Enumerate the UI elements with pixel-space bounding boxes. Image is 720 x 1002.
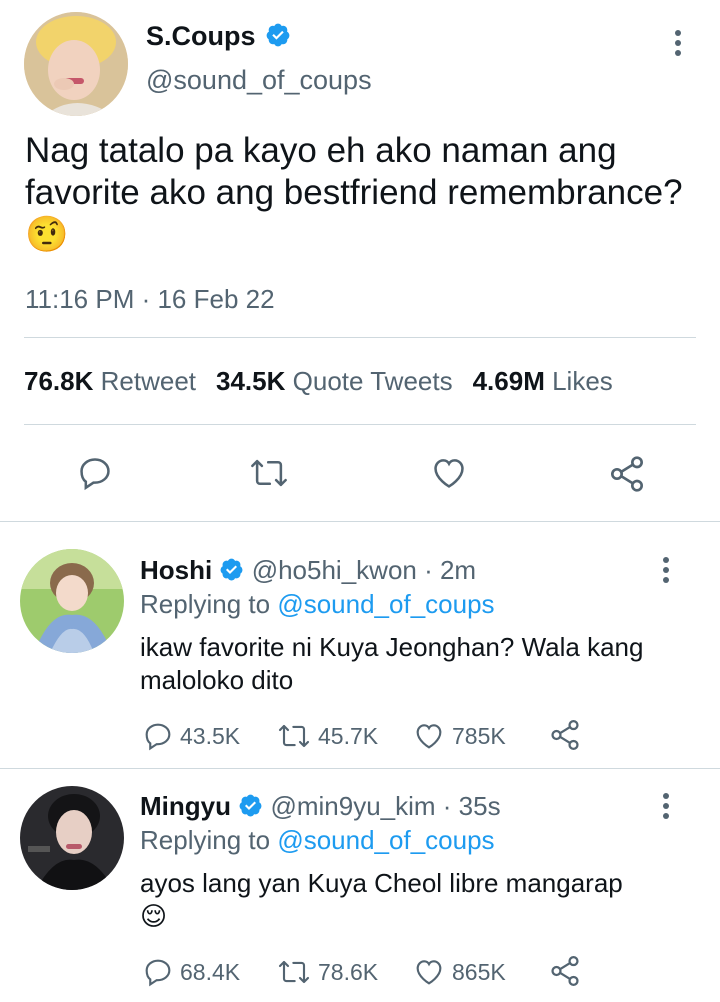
retweet-button[interactable]: 45.7K <box>276 720 378 752</box>
like-button[interactable]: 785K <box>412 720 506 752</box>
reply-avatar[interactable] <box>20 786 124 890</box>
replying-to-link[interactable]: @sound_of_coups <box>277 589 494 619</box>
relieved-face-emoji-icon: 😌 <box>140 901 168 931</box>
reply-icon <box>145 959 171 987</box>
tweet-text: Nag tatalo pa kayo eh ako naman ang favo… <box>25 130 705 256</box>
reply-author-name: Mingyu <box>140 791 231 821</box>
like-icon[interactable] <box>429 454 469 492</box>
stat-retweets[interactable]: 76.8K Retweet <box>24 366 216 396</box>
like-count: 865K <box>452 958 506 985</box>
retweet-button[interactable]: 78.6K <box>276 956 378 988</box>
reply-author-name: Hoshi <box>140 555 213 585</box>
reply-text: ikaw favorite ni Kuya Jeonghan? Wala kan… <box>140 632 644 695</box>
reply-author[interactable]: Mingyu @min9yu_kim · 35s <box>140 791 501 822</box>
retweet-count: 45.7K <box>318 722 379 749</box>
more-options-icon[interactable] <box>661 557 671 587</box>
tweet-stats: 76.8K Retweet 34.5K Quote Tweets 4.69M Lik… <box>24 366 633 397</box>
reply-author[interactable]: Hoshi @ho5hi_kwon · 2m <box>140 555 476 586</box>
share-icon <box>551 719 579 751</box>
share-icon <box>551 955 579 987</box>
stat-quote-tweets[interactable]: 34.5K Quote Tweets <box>216 366 473 396</box>
verified-badge-icon <box>266 23 290 47</box>
tweet-timestamp[interactable]: 11:16 PM · 16 Feb 22 <box>25 284 275 315</box>
author-name[interactable]: S.Coups <box>146 21 291 52</box>
retweet-count: 78.6K <box>318 958 379 985</box>
reply-avatar[interactable] <box>20 549 124 653</box>
replying-prefix: Replying to <box>140 825 278 855</box>
share-button[interactable] <box>548 954 588 988</box>
divider <box>24 337 696 338</box>
retweet-icon[interactable] <box>248 454 290 492</box>
author-handle[interactable]: @sound_of_coups <box>146 65 372 96</box>
replying-to-link[interactable]: @sound_of_coups <box>277 825 494 855</box>
reply-handle-meta: @min9yu_kim · 35s <box>270 791 501 821</box>
share-icon[interactable] <box>607 454 647 494</box>
divider <box>0 768 720 769</box>
reply-button[interactable]: 68.4K <box>142 956 240 988</box>
reply-text: ayos lang yan Kuya Cheol libre mangarap … <box>140 867 660 933</box>
replying-to: Replying to @sound_of_coups <box>140 825 495 856</box>
more-options-icon[interactable] <box>673 30 683 60</box>
more-options-icon[interactable] <box>661 793 671 823</box>
like-icon <box>416 960 442 985</box>
verified-badge-icon <box>221 558 243 581</box>
share-button[interactable] <box>548 718 588 752</box>
author-avatar[interactable] <box>24 12 128 116</box>
reply-icon[interactable] <box>76 454 114 492</box>
reply-button[interactable]: 43.5K <box>142 720 240 752</box>
raised-eyebrow-emoji-icon: 🤨 <box>25 215 69 254</box>
reply-count: 68.4K <box>180 958 241 985</box>
divider <box>24 424 696 425</box>
replying-prefix: Replying to <box>140 589 278 619</box>
author-name-text: S.Coups <box>146 21 256 51</box>
replying-to: Replying to @sound_of_coups <box>140 589 495 620</box>
like-count: 785K <box>452 722 506 749</box>
like-icon <box>416 724 442 749</box>
reply-handle-meta: @ho5hi_kwon · 2m <box>251 555 477 585</box>
retweet-icon <box>278 960 310 984</box>
verified-badge-icon <box>239 794 262 817</box>
stat-likes[interactable]: 4.69M Likes <box>473 366 633 396</box>
tweet-text-body: Nag tatalo pa kayo eh ako naman ang favo… <box>25 131 683 212</box>
reply-count: 43.5K <box>180 722 241 749</box>
like-button[interactable]: 865K <box>412 956 506 988</box>
retweet-icon <box>278 724 310 748</box>
divider <box>0 521 720 522</box>
reply-text-body: ayos lang yan Kuya Cheol libre mangarap <box>140 868 623 898</box>
reply-icon <box>145 723 171 751</box>
